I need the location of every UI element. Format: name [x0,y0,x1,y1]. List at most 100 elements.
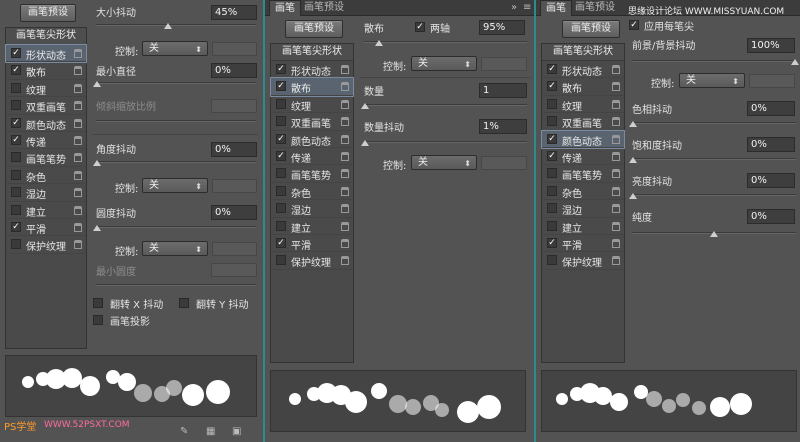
option-checkbox[interactable]: ✓ [11,221,21,232]
list-item[interactable]: ✓ 平滑 [6,219,86,237]
list-item[interactable]: 湿边 [542,200,624,218]
brightness-jitter-value[interactable]: 0% [747,173,795,188]
lock-icon[interactable] [612,256,620,266]
lock-icon[interactable] [612,99,620,109]
lock-icon[interactable] [74,240,82,250]
min-diameter-slider[interactable] [96,82,256,84]
both-axes-checkbox[interactable]: ✓ [415,22,425,32]
count-slider[interactable] [364,104,527,106]
size-jitter-value[interactable]: 45% [211,5,257,20]
list-item[interactable]: 杂色 [542,183,624,201]
lock-icon[interactable] [341,186,349,196]
saturation-jitter-value[interactable]: 0% [747,137,795,152]
option-checkbox[interactable]: ✓ [276,81,286,92]
list-item[interactable]: ✓ 平滑 [271,235,353,253]
list-header[interactable]: 画笔笔尖形状 [271,44,353,61]
list-item[interactable]: 双重画笔 [542,113,624,131]
option-checkbox[interactable]: ✓ [547,64,557,74]
lock-icon[interactable] [612,204,620,214]
lock-icon[interactable] [341,256,349,266]
option-checkbox[interactable] [547,98,557,109]
apply-per-tip-checkbox[interactable]: ✓ [629,20,639,30]
option-checkbox[interactable] [11,187,21,198]
lock-icon[interactable] [341,204,349,214]
brush-tool-icon[interactable]: ✎ [180,426,188,437]
option-checkbox[interactable] [276,185,286,196]
option-checkbox[interactable] [276,98,286,109]
list-item[interactable]: 双重画笔 [271,113,353,131]
list-item[interactable]: 保护纹理 [542,252,624,270]
option-checkbox[interactable]: ✓ [11,65,21,76]
option-checkbox[interactable] [276,203,286,214]
new-preset-icon[interactable]: ▣ [232,426,241,437]
lock-icon[interactable] [341,221,349,231]
angle-jitter-thumb[interactable] [93,160,101,166]
list-header[interactable]: 画笔笔尖形状 [6,28,86,45]
option-checkbox[interactable]: ✓ [11,48,21,58]
option-checkbox[interactable]: ✓ [276,64,286,74]
list-item[interactable]: ✓ 传递 [271,148,353,166]
lock-icon[interactable] [612,221,620,231]
list-item[interactable]: 建立 [542,218,624,235]
list-item[interactable]: 双重画笔 [6,97,86,115]
list-item[interactable]: ✓ 颜色动态 [271,131,353,148]
control-dropdown[interactable]: 关 ⬍ [411,56,477,71]
lock-icon[interactable] [341,65,349,74]
list-item[interactable]: ✓ 形状动态 [271,61,353,79]
lock-icon[interactable] [341,169,349,179]
scatter-thumb[interactable] [375,40,383,46]
lock-icon[interactable] [341,82,349,92]
lock-icon[interactable] [74,49,82,58]
min-diameter-thumb[interactable] [93,81,101,87]
list-item[interactable]: 纹理 [6,80,86,98]
option-checkbox[interactable] [11,82,21,93]
control-dropdown-3[interactable]: 关 ⬍ [142,241,208,256]
option-checkbox[interactable] [11,169,21,180]
lock-icon[interactable] [612,134,620,144]
lock-icon[interactable] [74,222,82,232]
roundness-jitter-slider[interactable] [96,226,256,228]
lock-icon[interactable] [341,151,349,161]
lock-icon[interactable] [612,151,620,161]
option-checkbox[interactable]: ✓ [276,133,286,144]
brush-projection-checkbox[interactable] [93,315,103,325]
option-checkbox[interactable] [11,204,21,215]
roundness-jitter-thumb[interactable] [93,225,101,231]
option-checkbox[interactable] [547,220,557,231]
lock-icon[interactable] [74,118,82,128]
list-item[interactable]: ✓ 传递 [6,132,86,150]
option-checkbox[interactable] [11,100,21,111]
option-checkbox[interactable]: ✓ [11,134,21,145]
option-checkbox[interactable] [11,152,21,163]
hue-jitter-thumb[interactable] [629,121,637,127]
flip-x-checkbox[interactable] [93,298,103,308]
list-item[interactable]: 画笔笔势 [542,165,624,183]
saturation-jitter-thumb[interactable] [629,157,637,163]
control-dropdown-2[interactable]: 关 ⬍ [411,155,477,170]
option-checkbox[interactable] [276,116,286,127]
tab-brush[interactable]: 画笔 [540,0,572,16]
purity-thumb[interactable] [710,231,718,237]
lock-icon[interactable] [74,66,82,76]
control-dropdown[interactable]: 关 ⬍ [679,73,745,88]
list-item[interactable]: ✓ 颜色动态 [6,115,86,132]
hue-jitter-slider[interactable] [632,122,796,124]
roundness-jitter-value[interactable]: 0% [211,205,257,220]
control-dropdown-2[interactable]: 关 ⬍ [142,178,208,193]
brush-presets-button[interactable]: 画笔预设 [20,4,76,22]
count-jitter-slider[interactable] [364,141,527,143]
count-jitter-value[interactable]: 1% [479,119,527,134]
option-checkbox[interactable]: ✓ [547,81,557,92]
list-item[interactable]: ✓ 形状动态 [542,61,624,79]
lock-icon[interactable] [74,170,82,180]
collapse-icon[interactable]: » [511,2,517,13]
option-checkbox[interactable] [547,168,557,179]
purity-value[interactable]: 0% [747,209,795,224]
option-checkbox[interactable] [11,239,21,250]
list-item[interactable]: 保护纹理 [6,236,86,254]
list-item[interactable]: 杂色 [271,183,353,201]
list-item[interactable]: 画笔笔势 [271,165,353,183]
option-checkbox[interactable]: ✓ [547,150,557,161]
option-checkbox[interactable] [276,255,286,266]
option-checkbox[interactable]: ✓ [276,237,286,248]
